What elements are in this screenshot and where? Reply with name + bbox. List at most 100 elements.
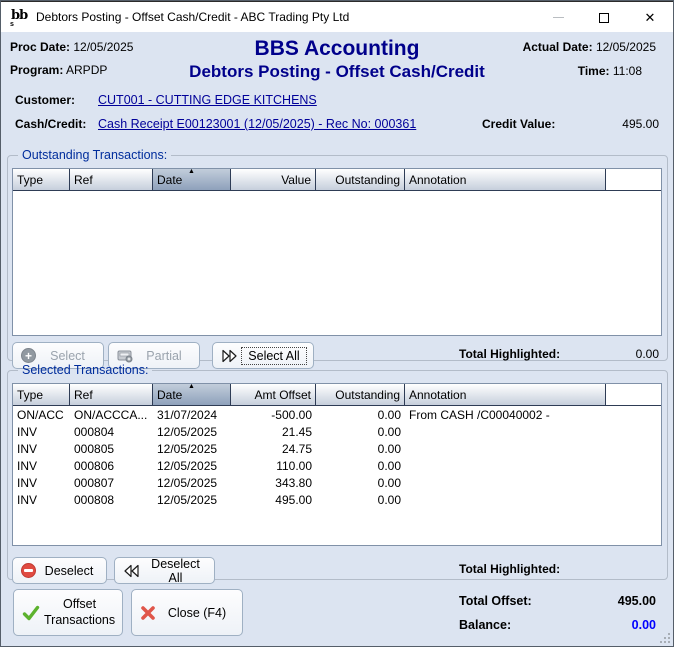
column-header-label: Amt Offset — [254, 387, 311, 402]
partial-keypad-icon — [117, 349, 133, 363]
select-button-label: Select — [50, 348, 85, 363]
selected-group-label: Selected Transactions: — [22, 363, 149, 377]
column-header-label: Outstanding — [335, 172, 400, 187]
customer-link[interactable]: CUT001 - CUTTING EDGE KITCHENS — [98, 93, 317, 107]
column-header-ref[interactable]: Ref — [70, 384, 153, 406]
balance-value: 0.00 — [631, 618, 656, 632]
customer-label: Customer: — [15, 93, 76, 107]
outstanding-table-header: Type Ref ▲ Date Value Outstanding Annotat… — [13, 169, 661, 191]
outstanding-table: Type Ref ▲ Date Value Outstanding Annotat… — [12, 168, 662, 336]
minimize-icon — [552, 17, 564, 18]
outstanding-transactions-group: Outstanding Transactions: Type Ref ▲ Date… — [7, 148, 668, 369]
table-row[interactable]: INV 000808 12/05/2025 495.00 0.00 — [13, 491, 661, 508]
minimize-button[interactable] — [535, 2, 581, 33]
deselect-button[interactable]: Deselect — [12, 557, 107, 584]
cash-credit-label: Cash/Credit: — [15, 117, 87, 131]
column-header-annotation[interactable]: Annotation — [405, 169, 606, 191]
cell-type: INV — [17, 492, 38, 507]
cell-outstanding: 0.00 — [377, 424, 401, 439]
column-header-label: Type — [17, 172, 44, 187]
select-all-button-label: Select All — [241, 346, 307, 365]
deselect-all-button[interactable]: Deselect All — [114, 556, 215, 585]
cell-ref: 000804 — [74, 424, 115, 439]
table-row[interactable]: INV 000806 12/05/2025 110.00 0.00 — [13, 457, 661, 474]
close-button[interactable]: ✕ — [627, 2, 673, 33]
app-icon-sub: s — [10, 21, 14, 28]
cell-ref: ON/ACCCA... — [74, 407, 148, 422]
outstanding-group-label: Outstanding Transactions: — [22, 148, 168, 162]
column-header-amt-offset[interactable]: Amt Offset — [231, 384, 316, 406]
cell-outstanding: 0.00 — [377, 492, 401, 507]
column-header-type[interactable]: Type — [13, 384, 70, 406]
time-label: Time: — [577, 64, 610, 78]
sort-asc-icon: ▲ — [188, 169, 195, 175]
column-header-label: Annotation — [409, 172, 467, 187]
cell-ref: 000808 — [74, 492, 115, 507]
column-header-label: Date — [157, 172, 183, 187]
column-header-label: Annotation — [409, 387, 467, 402]
cell-ref: 000805 — [74, 441, 115, 456]
column-header-value[interactable]: Value — [231, 169, 316, 191]
minus-circle-icon — [21, 563, 36, 578]
check-icon — [22, 605, 40, 621]
cross-icon — [140, 605, 156, 621]
column-header-ref[interactable]: Ref — [70, 169, 153, 191]
window-controls: ✕ — [535, 2, 673, 33]
selected-table-body[interactable]: ON/ACC ON/ACCCA... 31/07/2024 -500.00 0.00 Fr… — [13, 406, 661, 508]
cell-amt: -500.00 — [271, 407, 312, 422]
column-header-type[interactable]: Type — [13, 169, 70, 191]
cell-outstanding: 0.00 — [377, 475, 401, 490]
cell-type: ON/ACC — [17, 407, 64, 422]
customer-row: Customer: CUT001 - CUTTING EDGE KITCHENS — [15, 93, 317, 107]
cell-amt: 110.00 — [276, 458, 312, 473]
window-title: Debtors Posting - Offset Cash/Credit - A… — [36, 10, 350, 24]
deselect-all-button-label: Deselect All — [151, 556, 200, 585]
table-row[interactable]: INV 000807 12/05/2025 343.80 0.00 — [13, 474, 661, 491]
time-value: 11:08 — [612, 64, 642, 78]
cell-amt: 21.45 — [281, 424, 312, 439]
cell-amt: 495.00 — [275, 492, 312, 507]
selected-transactions-group: Selected Transactions: Type Ref ▲ Date Am… — [7, 363, 668, 585]
title-bar: bb s Debtors Posting - Offset Cash/Credi… — [1, 1, 673, 32]
cash-credit-link[interactable]: Cash Receipt E00123001 (12/05/2025) - Re… — [98, 117, 416, 131]
table-row[interactable]: INV 000805 12/05/2025 24.75 0.00 — [13, 440, 661, 457]
column-header-filler — [606, 384, 661, 406]
close-icon: ✕ — [644, 10, 656, 25]
cell-type: INV — [17, 424, 38, 439]
column-header-date[interactable]: ▲ Date — [153, 169, 231, 191]
column-header-label: Outstanding — [335, 387, 400, 402]
time-row: Time: 11:08 — [578, 64, 642, 78]
cell-type: INV — [17, 475, 38, 490]
cell-outstanding: 0.00 — [377, 407, 401, 422]
actual-date-row: Actual Date: 12/05/2025 — [523, 40, 656, 54]
column-header-annotation[interactable]: Annotation — [405, 384, 606, 406]
column-header-label: Date — [157, 387, 183, 402]
actual-date-value: 12/05/2025 — [595, 40, 656, 54]
cell-date: 12/05/2025 — [157, 492, 218, 507]
table-row[interactable]: ON/ACC ON/ACCCA... 31/07/2024 -500.00 0.00 Fr… — [13, 406, 661, 423]
column-header-outstanding[interactable]: Outstanding — [316, 384, 405, 406]
cell-ref: 000807 — [74, 475, 115, 490]
actual-date-label: Actual Date: — [522, 40, 593, 54]
app-icon: bb s — [10, 8, 28, 28]
column-header-outstanding[interactable]: Outstanding — [316, 169, 405, 191]
cell-outstanding: 0.00 — [377, 458, 401, 473]
offset-transactions-button[interactable]: Offset Transactions — [13, 589, 123, 636]
resize-grip[interactable] — [659, 632, 670, 643]
double-chevron-left-icon — [123, 564, 141, 578]
column-header-date[interactable]: ▲ Date — [153, 384, 231, 406]
close-f4-button[interactable]: Close (F4) — [131, 589, 243, 636]
outstanding-total-highlighted-value: 0.00 — [635, 347, 659, 361]
plus-circle-icon: + — [21, 348, 36, 363]
sort-asc-icon: ▲ — [188, 384, 195, 390]
column-header-label: Ref — [74, 172, 93, 187]
cell-date: 12/05/2025 — [157, 458, 218, 473]
maximize-button[interactable] — [581, 2, 627, 33]
column-header-label: Type — [17, 387, 44, 402]
cell-type: INV — [17, 441, 38, 456]
double-chevron-right-icon — [221, 349, 239, 363]
table-row[interactable]: INV 000804 12/05/2025 21.45 0.00 — [13, 423, 661, 440]
outstanding-total-highlighted-label: Total Highlighted: — [459, 347, 561, 361]
column-header-label: Value — [281, 172, 311, 187]
cell-annotation: From CASH /C00040002 - — [409, 407, 550, 422]
